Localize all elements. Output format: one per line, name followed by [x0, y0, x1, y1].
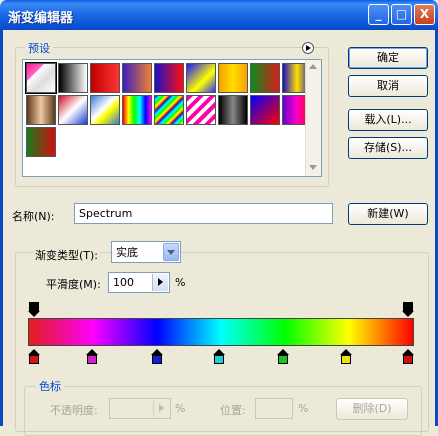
smoothness-unit: %	[175, 276, 186, 289]
color-stop[interactable]	[402, 349, 414, 365]
new-button[interactable]: 新建(W)	[348, 203, 428, 225]
opacity-label: 不透明度:	[50, 404, 98, 417]
color-stop[interactable]	[213, 349, 226, 365]
stop-arrow-icon	[28, 311, 40, 317]
minimize-icon: _	[375, 7, 382, 21]
color-stop[interactable]	[340, 349, 353, 365]
save-button[interactable]: 存储(S)...	[348, 137, 428, 159]
preset-swatch[interactable]	[58, 63, 88, 93]
preset-swatch[interactable]	[90, 63, 120, 93]
smoothness-slider-button[interactable]	[152, 274, 168, 291]
presets-list[interactable]	[22, 59, 322, 177]
preset-swatch[interactable]	[186, 63, 216, 93]
stop-color-swatch	[277, 355, 288, 364]
stop-arrow-icon	[402, 311, 414, 317]
play-arrow-icon	[158, 278, 163, 286]
stop-color-swatch	[86, 355, 97, 364]
stop-color-swatch	[214, 355, 225, 364]
preset-swatch[interactable]	[122, 63, 152, 93]
minimize-button[interactable]: _	[368, 4, 389, 25]
preset-swatch[interactable]	[218, 95, 248, 125]
color-stop[interactable]	[151, 349, 164, 365]
smoothness-value: 100	[113, 276, 134, 289]
name-input[interactable]: Spectrum	[74, 203, 333, 224]
preset-swatch[interactable]	[250, 95, 280, 125]
preset-swatch[interactable]	[154, 63, 184, 93]
opacity-unit: %	[175, 402, 186, 415]
location-label: 位置:	[220, 404, 246, 417]
play-arrow-icon	[159, 404, 164, 412]
preset-swatch[interactable]	[218, 63, 248, 93]
presets-menu-button[interactable]	[302, 42, 314, 54]
location-unit: %	[298, 402, 309, 415]
preset-swatch[interactable]	[58, 95, 88, 125]
play-arrow-icon	[306, 45, 311, 51]
location-input[interactable]	[255, 398, 293, 419]
preset-swatch[interactable]	[122, 95, 152, 125]
opacity-input[interactable]	[109, 398, 171, 419]
maximize-icon: □	[395, 7, 408, 21]
stops-label: 色标	[36, 378, 64, 394]
close-button[interactable]: X	[414, 4, 435, 25]
preset-swatch[interactable]	[154, 95, 184, 125]
cancel-button[interactable]: 取消	[348, 75, 428, 97]
opacity-stop[interactable]	[28, 302, 40, 318]
title-bar: 渐变编辑器 _ □ X	[0, 0, 438, 30]
chevron-down-icon	[167, 250, 175, 255]
opacity-stop[interactable]	[402, 302, 414, 318]
stop-color-swatch	[152, 355, 163, 364]
stop-color-swatch	[29, 355, 39, 364]
gradient-preview-bar[interactable]	[28, 318, 414, 346]
gradient-type-value: 实底	[116, 246, 138, 259]
preset-swatch[interactable]	[26, 95, 56, 125]
preset-swatch[interactable]	[250, 63, 280, 93]
name-label: 名称(N):	[12, 210, 55, 223]
gradient-type-label: 渐变类型(T):	[33, 247, 101, 263]
gradient-type-select[interactable]: 实底	[111, 241, 181, 263]
smoothness-input[interactable]: 100	[108, 272, 170, 293]
presets-scrollbar[interactable]	[305, 60, 321, 176]
delete-button[interactable]: 删除(D)	[336, 398, 408, 420]
preset-swatch[interactable]	[90, 95, 120, 125]
stop-color-swatch	[341, 355, 352, 364]
close-icon: X	[419, 7, 430, 21]
load-button[interactable]: 载入(L)...	[348, 109, 428, 131]
ok-button[interactable]: 确定	[348, 47, 428, 69]
scroll-down-icon[interactable]	[309, 165, 317, 170]
opacity-stop-swatch	[29, 302, 39, 311]
color-stop[interactable]	[28, 349, 40, 365]
dropdown-button[interactable]	[163, 243, 179, 261]
color-stop[interactable]	[276, 349, 289, 365]
color-stop[interactable]	[85, 349, 98, 365]
preset-swatch[interactable]	[186, 95, 216, 125]
opacity-stop-swatch	[403, 302, 413, 311]
maximize-button[interactable]: □	[391, 4, 412, 25]
window-title: 渐变编辑器	[8, 11, 74, 26]
preset-swatch[interactable]	[25, 62, 57, 94]
stop-color-swatch	[403, 355, 413, 364]
opacity-slider-button[interactable]	[153, 400, 169, 417]
preset-swatch[interactable]	[26, 127, 56, 157]
presets-label: 预设	[25, 40, 53, 56]
smoothness-label: 平滑度(M):	[46, 278, 101, 291]
scroll-up-icon[interactable]	[309, 64, 317, 69]
